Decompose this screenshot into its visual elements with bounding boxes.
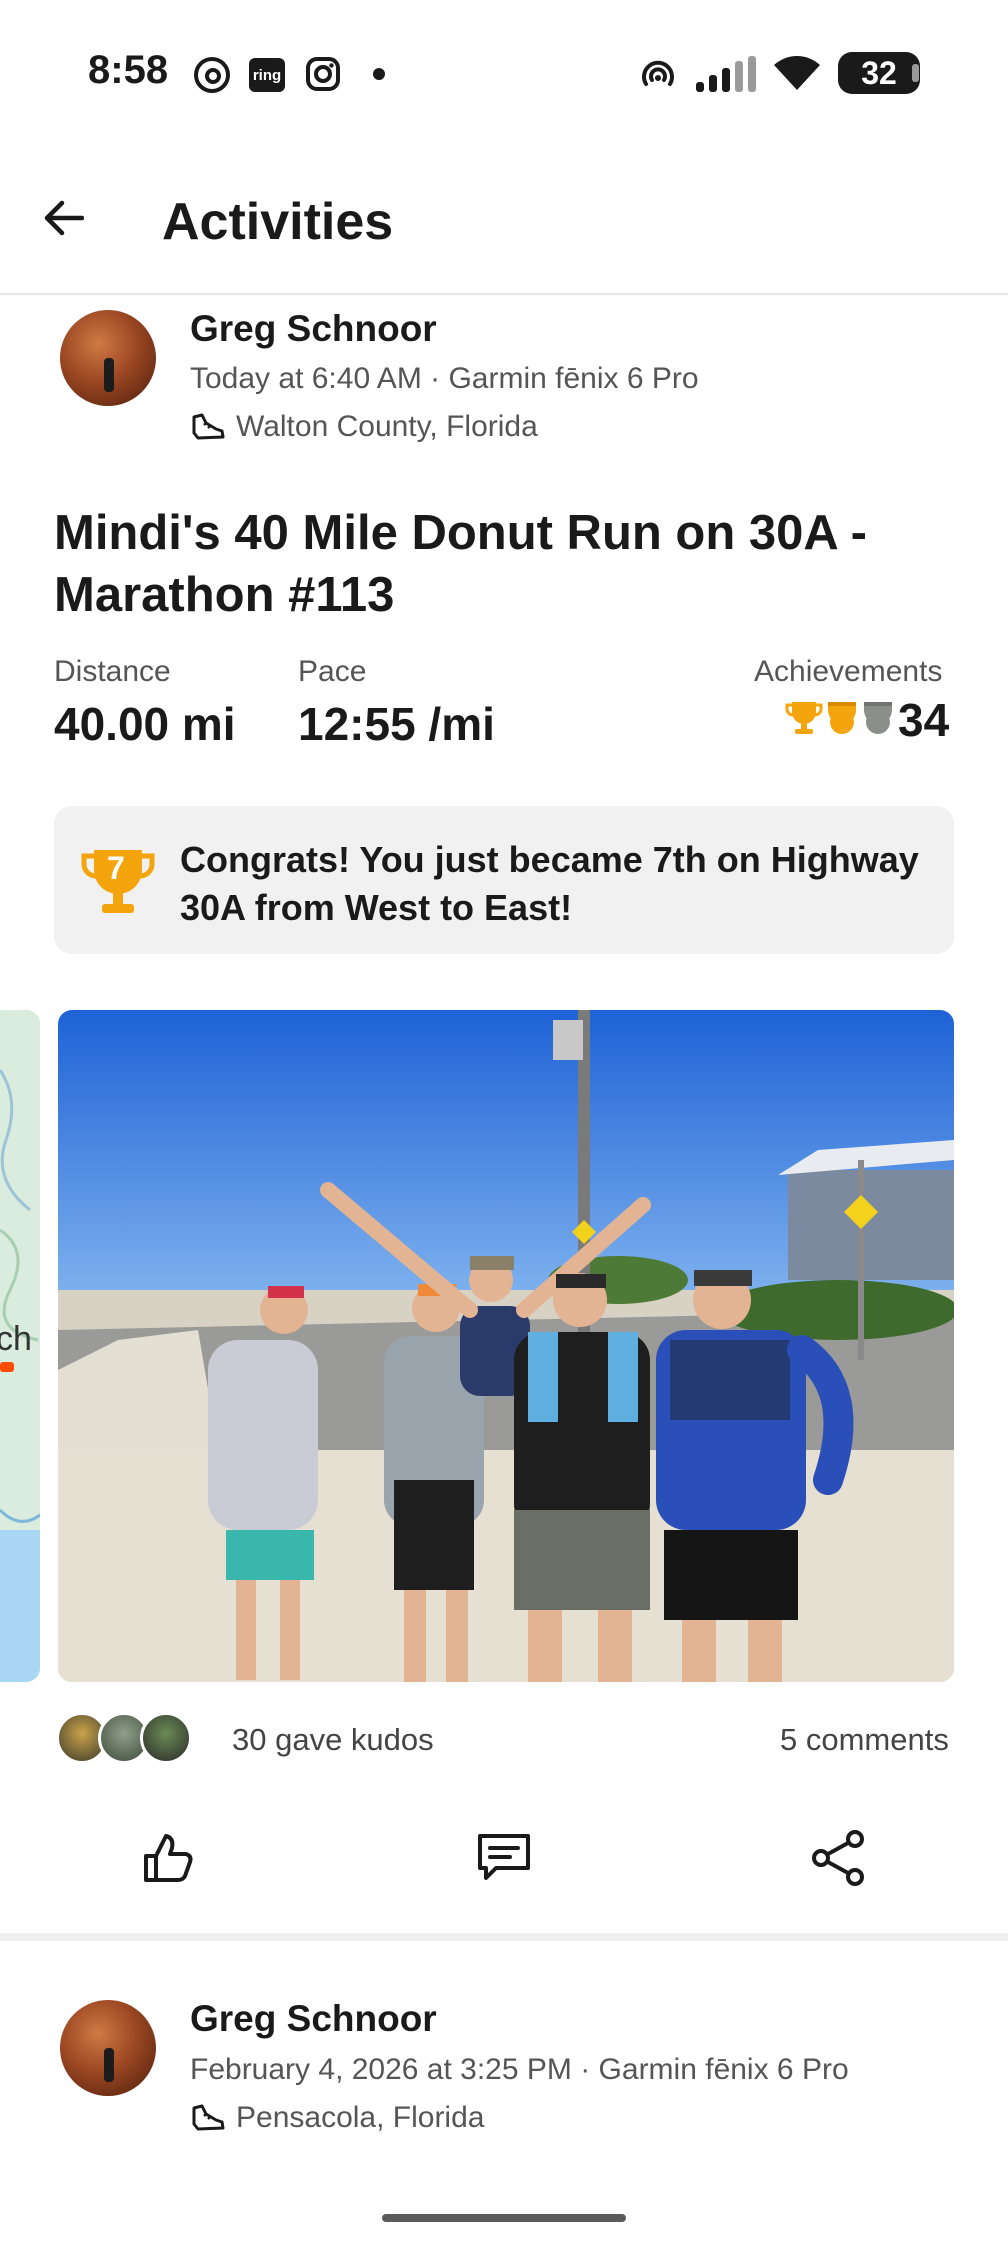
comments-count[interactable]: 5 comments [780,1722,949,1758]
pace-value: 12:55 /mi [298,698,495,750]
activity-location: Pensacola, Florida [190,2101,484,2135]
instagram-icon [305,56,341,97]
activity-title[interactable]: Mindi's 40 Mile Donut Run on 30A - Marat… [54,502,954,626]
signal-icon [694,56,758,99]
distance-label: Distance [54,655,171,688]
dot-icon [373,68,385,80]
congrats-text: Congrats! You just became 7th on Highway… [180,839,919,928]
wifi-icon [772,54,822,97]
activity-location: Walton County, Florida [190,410,538,444]
map-preview[interactable]: ch [0,1010,40,1682]
battery-icon: 32 [838,52,920,94]
home-indicator[interactable] [382,2214,626,2222]
athlete-name[interactable]: Greg Schnoor [190,308,437,350]
kudos-avatars[interactable] [56,1712,192,1764]
trophy-rank-number: 7 [107,850,125,886]
kudos-button[interactable] [132,1822,204,1894]
arrow-left-icon [44,200,84,236]
activity-photo[interactable] [58,1010,954,1682]
distance-value: 40.00 mi [54,698,236,750]
pace-label: Pace [298,655,367,688]
back-button[interactable] [36,190,92,246]
running-shoe-icon [192,413,225,440]
gold-medal-icon [828,702,856,734]
achievement-icons [784,698,896,738]
trophy-rank-icon: 7 [80,844,156,925]
page-title: Activities [162,193,394,251]
status-time: 8:58 [88,48,169,92]
kudo-avatar [140,1712,192,1764]
activity-meta: Today at 6:40 AM · Garmin fēnix 6 Pro [190,362,699,395]
battery-tip [912,64,919,82]
comment-icon [478,1834,530,1880]
location-text: Pensacola, Florida [236,2101,485,2134]
achievements-count: 34 [898,694,950,746]
ring-icon: ring [249,58,285,92]
athlete-name[interactable]: Greg Schnoor [190,1998,437,2040]
gold-trophy-icon [785,702,823,734]
running-shoe-icon [192,2104,225,2131]
feed-divider [0,1933,1008,1941]
thumbs-up-icon [144,1834,193,1882]
location-text: Walton County, Florida [236,410,538,443]
share-icon [812,1830,864,1886]
threads-icon [192,55,232,100]
share-button[interactable] [802,1822,874,1894]
avatar[interactable] [60,2000,156,2096]
activity-meta: February 4, 2026 at 3:25 PM · Garmin fēn… [190,2053,849,2086]
app-bar: Activities [0,150,1008,295]
map-label: ch [0,1320,32,1358]
kudos-count[interactable]: 30 gave kudos [232,1722,434,1758]
hotspot-icon [640,58,676,97]
avatar[interactable] [60,310,156,406]
route-marker [0,1362,14,1372]
comment-button[interactable] [468,1822,540,1894]
segment-achievement-banner[interactable]: 7 Congrats! You just became 7th on Highw… [54,806,954,954]
status-bar: 8:58 ring 32 [0,0,1008,150]
achievements-label: Achievements [754,655,943,688]
silver-medal-icon [864,702,892,734]
